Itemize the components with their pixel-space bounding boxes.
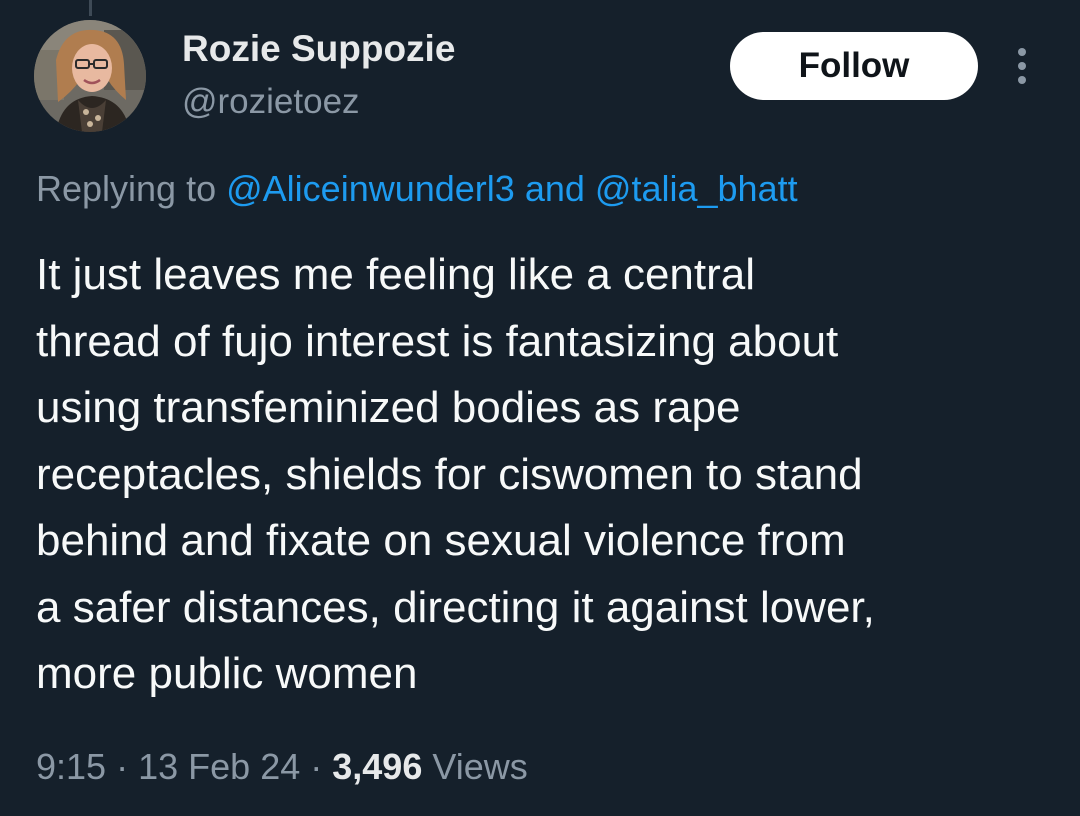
tweet-text-line: more public women — [36, 649, 418, 698]
mention-link-aliceinwunderl3[interactable]: @Aliceinwunderl3 — [226, 168, 515, 209]
tweet-text-line: a safer distances, directing it against … — [36, 582, 875, 632]
tweet-text-line: behind and fixate on sexual violence fro… — [36, 516, 846, 565]
more-options-button[interactable] — [1008, 46, 1036, 86]
views-count[interactable]: 3,496 — [332, 746, 422, 787]
tweet-text: It just leaves me feeling like a central… — [36, 242, 1066, 708]
tweet-metadata: 9:15 · 13 Feb 24 · 3,496 Views — [36, 746, 528, 788]
mention-link-talia-bhatt[interactable]: @talia_bhatt — [595, 168, 798, 209]
avatar[interactable] — [34, 20, 146, 132]
tweet-text-line: using transfeminized bodies as rape — [36, 383, 741, 432]
author-handle[interactable]: @rozietoez — [182, 82, 360, 122]
replying-to-line: Replying to @Aliceinwunderl3 and @talia_… — [36, 168, 798, 210]
replying-to-prefix: Replying to — [36, 168, 217, 209]
follow-button[interactable]: Follow — [730, 32, 978, 100]
tweet-text-line: It just leaves me feeling like a central — [36, 250, 756, 299]
follow-button-label: Follow — [798, 46, 910, 85]
meta-separator: · — [116, 746, 129, 787]
more-vertical-icon — [1018, 48, 1026, 84]
tweet-text-line: thread of fujo interest is fantasizing a… — [36, 316, 839, 366]
author-display-name[interactable]: Rozie Suppozie — [182, 28, 455, 70]
tweet-time[interactable]: 9:15 — [36, 746, 106, 787]
thread-connector-line — [89, 0, 92, 16]
tweet-date[interactable]: 13 Feb 24 — [138, 746, 300, 787]
tweet-text-line: receptacles, shields for ciswomen to sta… — [36, 449, 863, 499]
views-label: Views — [432, 746, 528, 787]
meta-separator: · — [310, 746, 323, 787]
mention-joiner[interactable]: and — [525, 168, 585, 209]
